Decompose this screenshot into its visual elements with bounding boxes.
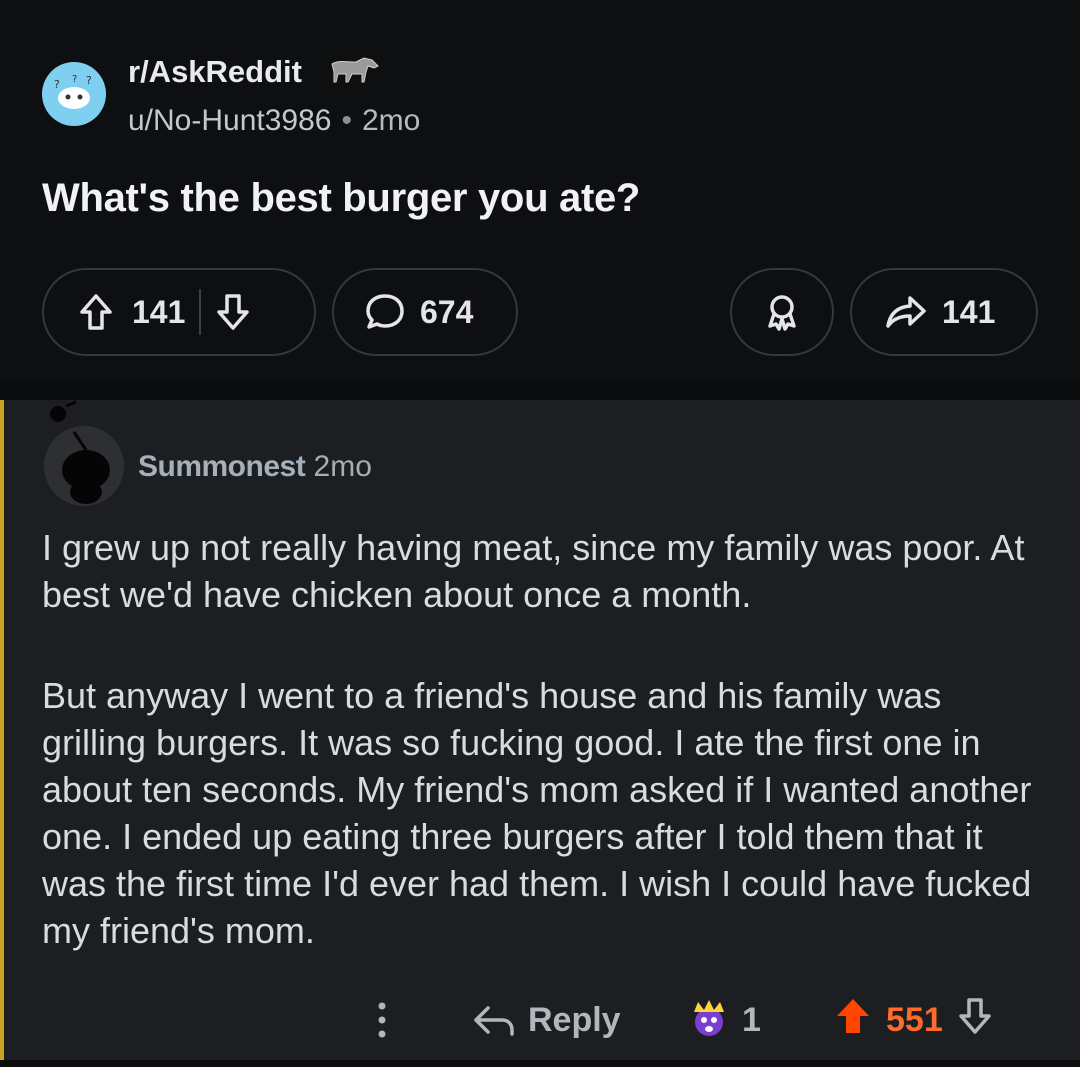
comment-author[interactable]: Summonest (138, 450, 306, 483)
post-comment-count: 674 (420, 293, 474, 330)
mind-blown-award-icon (694, 1000, 724, 1036)
share-button[interactable]: 141 (850, 268, 1038, 356)
share-arrow-icon (886, 296, 926, 328)
comment-age: 2mo (313, 450, 372, 483)
post-author[interactable]: u/No-Hunt3986 (128, 104, 331, 137)
vertical-ellipsis-icon (378, 1002, 386, 1038)
award-button[interactable] (730, 268, 834, 356)
vote-pill: 141 (42, 268, 316, 356)
downvote-arrow-icon (217, 294, 250, 330)
thread-line[interactable] (0, 400, 4, 1067)
comment-downvote-button[interactable] (957, 996, 993, 1045)
post-share-count: 141 (942, 293, 996, 330)
comment-body: I grew up not really having meat, since … (42, 524, 1052, 1008)
upvote-arrow-icon (80, 294, 112, 330)
comment-bubble-icon (366, 294, 404, 329)
more-options-button[interactable] (372, 990, 392, 1050)
comment-paragraph: I grew up not really having meat, since … (42, 527, 1025, 615)
svg-text:?: ? (86, 74, 92, 87)
subreddit-avatar[interactable]: ? ? ? (42, 62, 106, 126)
vote-divider (199, 289, 202, 335)
horse-flair-icon (331, 57, 379, 83)
comment-actions: Reply 1 551 (0, 990, 1080, 1050)
upvote-button[interactable] (78, 292, 114, 332)
post-meta: u/No-Hunt3986 • 2mo (128, 104, 420, 138)
reply-arrow-icon (474, 1006, 514, 1036)
user-avatar[interactable] (44, 426, 124, 506)
snoo-antenna-icon (50, 400, 77, 422)
comments-button[interactable]: 674 (332, 268, 518, 356)
downvote-button[interactable] (215, 292, 251, 332)
award-count: 1 (742, 1000, 761, 1039)
downvote-arrow-icon (958, 997, 991, 1034)
comment-upvote-button[interactable] (834, 996, 872, 1045)
svg-text:?: ? (54, 78, 60, 91)
post-vote-count: 141 (132, 293, 186, 330)
post-age: 2mo (361, 104, 421, 137)
svg-text:?: ? (72, 74, 77, 85)
reply-button[interactable]: Reply (472, 990, 621, 1050)
separator-dot: • (341, 104, 352, 137)
post-card: ? ? ? r/AskReddit u/No-Hunt3986 • 2mo What… (0, 0, 1080, 378)
comment-meta: Summonest 2mo (138, 450, 372, 484)
comment-score: 551 (886, 1000, 943, 1039)
subreddit-name[interactable]: r/AskReddit (128, 54, 302, 90)
snoo-question-icon: ? ? ? (54, 74, 92, 109)
bottom-divider (0, 1060, 1080, 1067)
comment-vote-group: 551 (834, 990, 993, 1050)
comment-paragraph: But anyway I went to a friend's house an… (42, 675, 1032, 951)
snoo-avatar-icon (46, 428, 122, 504)
comment-award[interactable]: 1 (688, 990, 761, 1050)
reply-label: Reply (528, 1000, 621, 1039)
award-icon (768, 295, 796, 331)
post-title[interactable]: What's the best burger you ate? (42, 176, 640, 221)
upvote-filled-icon (837, 998, 869, 1033)
